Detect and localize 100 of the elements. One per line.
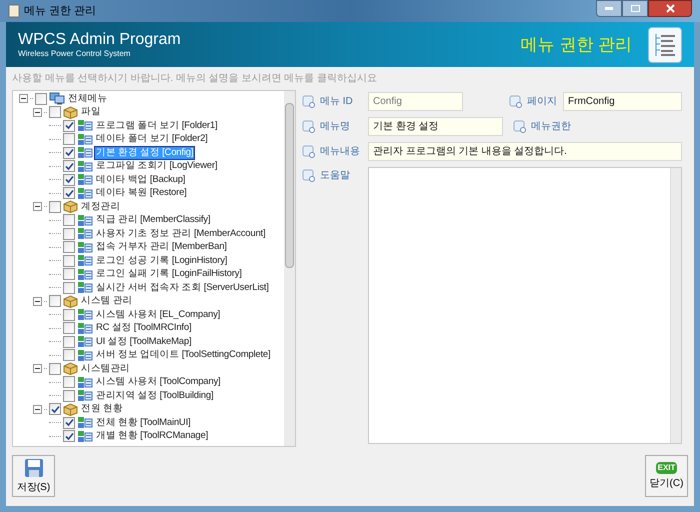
box-icon	[63, 294, 78, 308]
tree-item[interactable]: 개별 현황 [ToolRCManage]	[95, 430, 210, 442]
tree-item[interactable]: 데이타 폴더 보기 [Folder2]	[95, 133, 209, 146]
checkbox[interactable]	[63, 174, 75, 186]
field-label: 메뉴권한	[531, 120, 571, 134]
checkbox[interactable]	[63, 322, 75, 334]
tree-item[interactable]: 시스템 사용처 [EL_Company]	[95, 308, 222, 321]
close-button[interactable]	[648, 0, 692, 17]
box-icon	[63, 362, 78, 376]
form-icon	[77, 254, 93, 268]
checkbox[interactable]	[63, 160, 75, 172]
tree-item[interactable]: 프로그램 폴더 보기 [Folder1]	[95, 120, 218, 132]
checkbox[interactable]	[63, 349, 75, 362]
collapse-icon[interactable]	[33, 296, 42, 306]
page-title: 메뉴 권한 관리	[520, 34, 632, 56]
tree-item[interactable]: 직급 관리 [MemberClassify]	[95, 214, 212, 226]
checkbox[interactable]	[49, 362, 61, 375]
close-icon	[666, 4, 674, 13]
field-label: 메뉴 ID	[320, 95, 353, 109]
form-icon	[77, 376, 93, 389]
field-icon	[509, 95, 523, 108]
checkbox[interactable]	[63, 146, 75, 159]
tree-item[interactable]: 시스템 사용처 [ToolCompany]	[95, 376, 222, 388]
field-icon	[513, 120, 527, 133]
tree-item[interactable]: 서버 정보 업데이트 [ToolSettingComplete]	[95, 349, 272, 362]
field-label: 메뉴명	[320, 120, 350, 134]
form-icon	[77, 430, 93, 443]
tree-item[interactable]: 시스템 관리	[80, 295, 134, 308]
checkbox[interactable]	[63, 133, 75, 146]
tree-item[interactable]: 로그인 실패 기록 [LoginFailHistory]	[95, 268, 243, 280]
tree-item[interactable]: 로그파일 조회기 [LogViewer]	[95, 160, 218, 172]
form-icon	[77, 173, 93, 186]
checkbox[interactable]	[63, 228, 75, 240]
tree-item[interactable]: 관리지역 설정 [ToolBuilding]	[95, 390, 214, 402]
maximize-button[interactable]	[622, 0, 648, 17]
checkbox[interactable]	[49, 106, 61, 118]
collapse-icon[interactable]	[33, 364, 42, 374]
tree-item[interactable]: UI 설정 [ToolMakeMap]	[95, 336, 192, 348]
checkbox[interactable]	[35, 92, 47, 105]
tree-item[interactable]: 전체메뉴	[67, 92, 108, 105]
checkbox[interactable]	[49, 295, 61, 308]
field-label: 페이지	[527, 95, 557, 109]
tree-item[interactable]: 접속 거부자 관리 [MemberBan]	[95, 241, 228, 254]
form-icon	[77, 227, 93, 240]
minimize-icon	[605, 7, 613, 10]
checkbox[interactable]	[49, 200, 61, 213]
checkbox[interactable]	[63, 282, 75, 294]
tree-item[interactable]: 파일	[80, 106, 102, 118]
checkbox[interactable]	[63, 308, 75, 321]
minimize-button[interactable]	[596, 0, 622, 17]
computers-icon	[49, 92, 65, 106]
exit-badge: EXIT	[656, 462, 678, 474]
form-icon	[77, 146, 93, 160]
box-icon	[63, 106, 78, 119]
collapse-icon[interactable]	[19, 94, 28, 104]
checkbox[interactable]	[63, 430, 75, 442]
tree-item[interactable]: 데이타 백업 [Backup]	[95, 174, 186, 186]
collapse-icon[interactable]	[33, 202, 42, 212]
checkbox[interactable]	[63, 376, 75, 388]
tree-item[interactable]: 계정관리	[80, 200, 122, 213]
form-icon	[77, 348, 93, 362]
checkbox[interactable]	[63, 336, 75, 348]
form-icon	[77, 389, 93, 402]
tree-item[interactable]: 전원 현황	[80, 403, 124, 416]
checkbox[interactable]	[63, 268, 75, 280]
checkbox[interactable]	[63, 416, 75, 429]
checkbox[interactable]	[63, 390, 75, 402]
maximize-icon	[630, 5, 640, 12]
window-title: 메뉴 권한 관리	[24, 4, 96, 19]
form-icon	[77, 186, 93, 200]
text-field[interactable]: 관리자 프로그램의 기본 내용을 설정합니다.	[368, 142, 682, 161]
save-button[interactable]: 저장(S)	[12, 455, 55, 497]
form-icon	[77, 268, 93, 281]
tree-item[interactable]: 로그인 성공 기록 [LoginHistory]	[95, 254, 228, 267]
tree-item[interactable]: RC 설정 [ToolMRCInfo]	[95, 322, 192, 334]
menu-tree-icon	[648, 26, 682, 62]
checkbox[interactable]	[63, 241, 75, 254]
checkbox[interactable]	[63, 254, 75, 267]
tree-item[interactable]: 시스템관리	[80, 362, 132, 375]
form-icon	[77, 416, 93, 430]
form-icon	[77, 308, 93, 322]
collapse-icon[interactable]	[33, 404, 42, 414]
field-icon	[302, 95, 316, 108]
close-window-button[interactable]: EXIT 닫기(C)	[645, 455, 688, 497]
app-title: WPCS Admin Program	[18, 30, 181, 49]
tree-item[interactable]: 실시간 서버 접속자 조회 [ServerUserList]	[95, 282, 270, 294]
scrollbar[interactable]	[670, 168, 681, 443]
tree-item[interactable]: 전체 현황 [ToolMainUI]	[95, 416, 192, 429]
checkbox[interactable]	[63, 214, 75, 226]
checkbox[interactable]	[63, 187, 75, 200]
scrollbar[interactable]	[284, 91, 295, 446]
tree-item[interactable]: 사용자 기초 정보 관리 [MemberAccount]	[95, 228, 266, 240]
form-icon	[77, 335, 93, 348]
text-field[interactable]: FrmConfig	[563, 92, 682, 111]
app-subtitle: Wireless Power Control System	[18, 49, 132, 59]
collapse-icon[interactable]	[33, 108, 42, 117]
checkbox[interactable]	[63, 120, 75, 132]
tree-item[interactable]: 데이타 복원 [Restore]	[95, 187, 188, 200]
text-field[interactable]: 기본 환경 설정	[368, 117, 503, 136]
checkbox[interactable]	[49, 403, 61, 416]
